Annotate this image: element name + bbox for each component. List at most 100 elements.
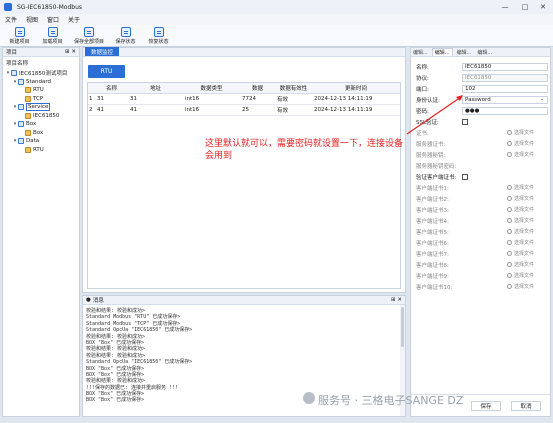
tree-node[interactable]: IEC61850 xyxy=(5,112,79,121)
properties-tabs: 编辑... 编辑... 编辑... 编辑... xyxy=(411,48,550,57)
tree-node[interactable]: RTU xyxy=(5,146,79,155)
property-input[interactable]: ●●● xyxy=(462,106,548,115)
grid-header: 名称 地址 数据类型 数据 数据有效性 更新时间 xyxy=(88,83,400,94)
row-index: 2 xyxy=(89,107,93,113)
property-input[interactable]: IEC61850 xyxy=(462,73,548,82)
close-button[interactable]: ✕ xyxy=(533,0,553,14)
tree-node-label: TCP xyxy=(33,95,44,102)
property-label: 客户端证书3: xyxy=(416,207,449,214)
table-row[interactable]: 1 31 31 int16 7724 有效 2024-12-13 14:11:1… xyxy=(88,94,400,105)
file-picker-label: 选择文件 xyxy=(514,207,535,213)
col-type[interactable]: 数据类型 xyxy=(183,84,240,92)
tree-node[interactable]: ▾ Service xyxy=(5,103,79,112)
device-icon xyxy=(25,112,31,119)
file-picker[interactable]: 选择文件 xyxy=(507,128,534,137)
save-state-button[interactable]: 保存状态 xyxy=(110,25,141,45)
load-project-label: 加载项目 xyxy=(42,39,63,45)
tree-node[interactable]: ▾ Standard xyxy=(5,78,79,87)
file-picker[interactable]: 选择文件 xyxy=(507,238,534,247)
col-value[interactable]: 数据 xyxy=(240,84,275,92)
device-icon xyxy=(25,87,31,94)
folder-icon xyxy=(18,138,24,145)
file-picker-label: 选择文件 xyxy=(514,152,535,158)
tab-edit-3[interactable]: 编辑... xyxy=(455,49,474,56)
tab-edit-4[interactable]: 编辑... xyxy=(475,49,494,56)
tree-node[interactable]: RTU xyxy=(5,86,79,95)
table-row[interactable]: 2 41 41 int16 25 有效 2024-12-13 14:11:19 xyxy=(88,105,400,116)
radio-icon xyxy=(507,284,512,289)
tree-node[interactable]: ▾ Box xyxy=(5,120,79,129)
cancel-button[interactable]: 取消 xyxy=(511,401,541,411)
menu-file[interactable]: 文件 xyxy=(5,15,17,24)
maximize-button[interactable]: □ xyxy=(515,0,535,14)
col-name[interactable]: 名称 xyxy=(95,84,128,92)
property-input[interactable]: IEC61850 xyxy=(462,62,548,71)
col-time[interactable]: 更新时间 xyxy=(312,84,400,92)
tree-node[interactable]: Box xyxy=(5,129,79,138)
col-addr[interactable]: 地址 xyxy=(128,84,183,92)
pin-icon[interactable]: ⊞ ✕ xyxy=(65,49,76,55)
properties-panel: 编辑... 编辑... 编辑... 编辑... 名称: IEC61850 协议: IE… xyxy=(410,47,551,417)
scrollbar-thumb[interactable] xyxy=(401,307,404,347)
menu-view[interactable]: 视图 xyxy=(26,15,38,24)
save-state-label: 保存状态 xyxy=(115,39,136,45)
console-close-icon[interactable]: ⊞ ✕ xyxy=(391,297,402,303)
rtu-button[interactable]: RTU xyxy=(88,65,125,78)
property-label: 协议: xyxy=(416,75,429,82)
center-tabstrip: 数据监控 xyxy=(83,47,405,57)
tree-node[interactable]: ▾ IEC61850测试项目 xyxy=(5,69,79,78)
tab-edit-1[interactable]: 编辑... xyxy=(411,49,430,56)
cell-type: int16 xyxy=(185,96,200,102)
col-valid[interactable]: 数据有效性 xyxy=(275,84,312,92)
console-lines: 校验和结果: 校验和成功> Standard Modbus "RTU" 已成功保存… xyxy=(83,305,405,405)
tree-node-label: IEC61850 xyxy=(33,112,60,119)
cell-type: int16 xyxy=(185,107,200,113)
new-project-button[interactable]: 新建项目 xyxy=(4,25,35,45)
property-checkbox[interactable] xyxy=(462,118,468,125)
file-picker[interactable]: 选择文件 xyxy=(507,194,534,203)
menu-window[interactable]: 窗口 xyxy=(47,15,59,24)
file-picker[interactable]: 选择文件 xyxy=(507,150,534,159)
file-picker[interactable]: 选择文件 xyxy=(507,205,534,214)
property-label: 密码: xyxy=(416,108,429,115)
auth-select[interactable]: Password xyxy=(462,95,548,104)
save-all-label: 保存全部项目 xyxy=(73,39,104,45)
file-picker-label: 选择文件 xyxy=(514,130,535,136)
chevron-down-icon[interactable]: ⌄ xyxy=(540,96,544,102)
tree-node[interactable]: TCP xyxy=(5,95,79,104)
file-picker-label: 选择文件 xyxy=(514,273,535,279)
minimize-button[interactable]: — xyxy=(495,0,515,14)
file-picker[interactable]: 选择文件 xyxy=(507,216,534,225)
property-checkbox[interactable] xyxy=(462,173,468,180)
file-picker[interactable]: 选择文件 xyxy=(507,271,534,280)
tab-data-monitor[interactable]: 数据监控 xyxy=(85,47,120,56)
new-project-label: 新建项目 xyxy=(9,39,30,45)
folder-icon xyxy=(18,104,24,111)
file-picker[interactable]: 选择文件 xyxy=(507,183,534,192)
toolbar: 新建项目 加载项目 保存全部项目 保存状态 恢复状态 xyxy=(0,25,553,47)
cell-valid: 有效 xyxy=(277,97,289,103)
save-button[interactable]: 保存 xyxy=(471,401,501,411)
load-project-button[interactable]: 加载项目 xyxy=(37,25,68,45)
file-picker[interactable]: 选择文件 xyxy=(507,260,534,269)
radio-icon xyxy=(507,185,512,190)
property-label: SSL验证: xyxy=(416,119,439,126)
file-picker[interactable]: 选择文件 xyxy=(507,282,534,291)
property-label: 服务器证书: xyxy=(416,141,446,148)
tree-node[interactable]: ▾ Data xyxy=(5,137,79,146)
file-picker[interactable]: 选择文件 xyxy=(507,227,534,236)
radio-icon xyxy=(507,251,512,256)
folder-icon xyxy=(11,70,17,77)
menu-about[interactable]: 关于 xyxy=(68,15,80,24)
property-label: 端口: xyxy=(416,86,429,93)
file-picker[interactable]: 选择文件 xyxy=(507,139,534,148)
device-icon xyxy=(25,146,31,153)
property-input[interactable]: 102 xyxy=(462,84,548,93)
tab-edit-2[interactable]: 编辑... xyxy=(431,48,453,56)
property-label: 名称: xyxy=(416,64,429,71)
file-picker[interactable]: 选择文件 xyxy=(507,249,534,258)
save-all-button[interactable]: 保存全部项目 xyxy=(70,25,108,45)
cell-addr: 31 xyxy=(130,96,137,102)
property-label: 验证客户端证书: xyxy=(416,174,457,181)
restore-state-button[interactable]: 恢复状态 xyxy=(143,25,174,45)
